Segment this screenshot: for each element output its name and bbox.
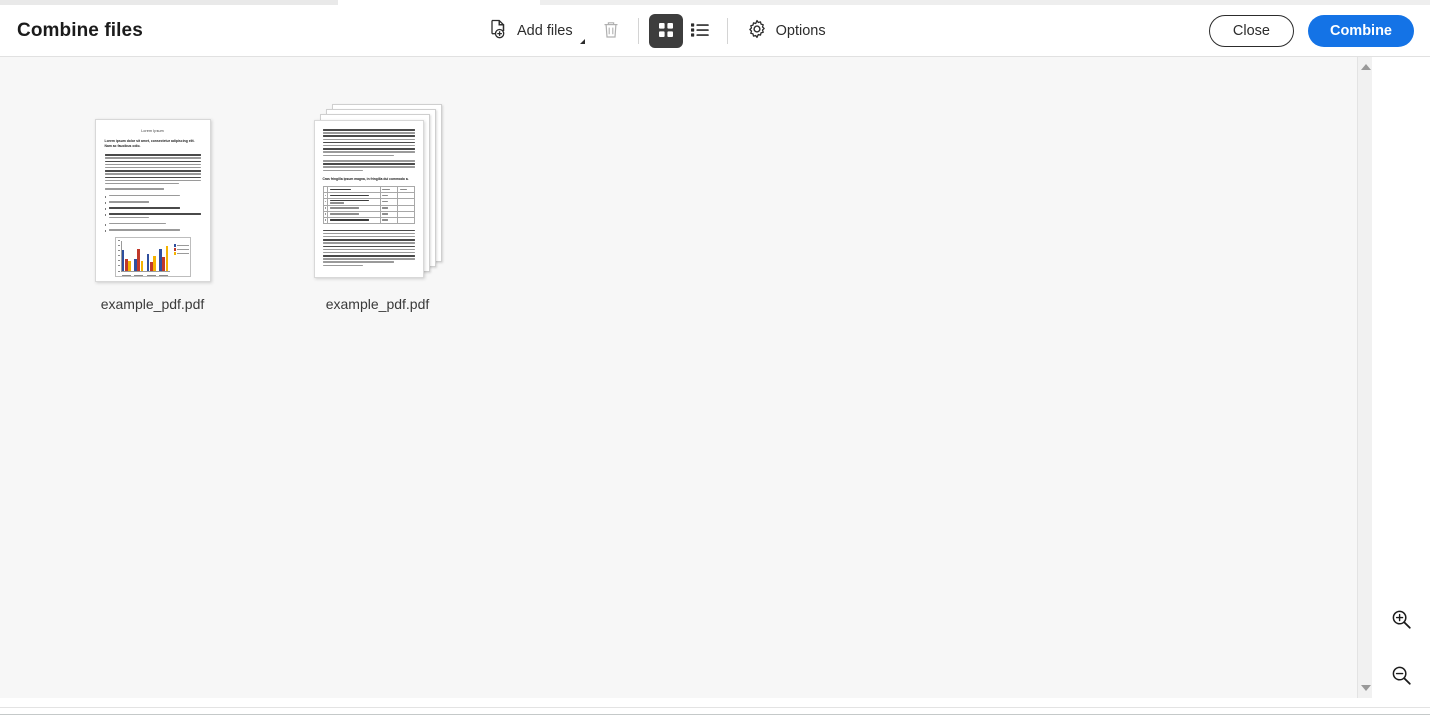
chart-plot-area	[116, 238, 173, 277]
trash-icon	[602, 20, 620, 43]
table-row	[322, 198, 415, 206]
list-item	[104, 229, 201, 232]
combine-files-window: Combine files Add files Options Close Co…	[0, 0, 1430, 715]
chart-x-axis	[120, 271, 170, 272]
chart-legend	[173, 238, 190, 276]
page-title: Combine files	[17, 20, 143, 41]
file-card[interactable]: Cras fringilla ipsum magna, in fringilla…	[265, 92, 490, 312]
dropdown-caret-icon[interactable]	[579, 39, 585, 44]
chart-group	[134, 241, 144, 272]
preview-table-heading: Cras fringilla ipsum magna, in fringilla…	[322, 177, 409, 182]
preview-paragraph	[322, 160, 415, 172]
right-rail	[1372, 57, 1430, 698]
toolbar: Combine files Add files Options Close Co…	[0, 5, 1430, 57]
page-preview: Cras fringilla ipsum magna, in fringilla…	[313, 120, 424, 278]
page-preview: Lorem Ipsum Lorem ipsum dolor sit amet, …	[94, 119, 211, 282]
file-name-label: example_pdf.pdf	[325, 296, 430, 312]
toolbar-center-group: Add files Options	[480, 5, 835, 57]
scroll-down-button[interactable]	[1358, 680, 1373, 696]
list-item	[104, 194, 201, 198]
list-item	[104, 222, 201, 226]
grid-view-icon	[657, 21, 675, 42]
file-name-label: example_pdf.pdf	[100, 296, 205, 312]
options-button[interactable]: Options	[738, 14, 835, 48]
bullet-dot-icon	[104, 230, 107, 232]
page-stack-preview: Cras fringilla ipsum magna, in fringilla…	[313, 104, 442, 282]
preview-bar-chart	[114, 237, 191, 278]
chart-group	[159, 241, 169, 272]
combine-button[interactable]: Combine	[1307, 15, 1414, 47]
options-label: Options	[775, 23, 826, 39]
chart-group	[121, 241, 131, 272]
add-files-label: Add files	[517, 23, 573, 39]
close-button[interactable]: Close	[1208, 15, 1294, 47]
table-row	[322, 216, 415, 224]
zoom-out-button[interactable]	[1388, 665, 1414, 691]
file-thumbnail[interactable]: Lorem Ipsum Lorem ipsum dolor sit amet, …	[63, 92, 243, 282]
bullet-dot-icon	[104, 195, 107, 198]
list-item	[104, 207, 201, 211]
toolbar-divider-2	[726, 18, 728, 44]
file-thumbnail[interactable]: Cras fringilla ipsum magna, in fringilla…	[288, 92, 468, 282]
list-view-icon	[690, 21, 710, 42]
vertical-scrollbar[interactable]	[1357, 57, 1372, 698]
preview-title: Lorem Ipsum	[141, 129, 164, 133]
chart-y-axis	[120, 241, 121, 272]
bullet-dot-icon	[104, 202, 107, 204]
files-grid: Lorem Ipsum Lorem ipsum dolor sit amet, …	[40, 92, 490, 312]
bullet-dot-icon	[104, 214, 107, 217]
scroll-up-button[interactable]	[1358, 59, 1373, 75]
zoom-out-icon	[1391, 665, 1412, 691]
page-add-icon	[489, 19, 508, 43]
preview-paragraph	[322, 229, 415, 267]
zoom-in-button[interactable]	[1388, 609, 1414, 635]
preview-bullets	[104, 194, 201, 232]
preview-paragraph	[104, 154, 201, 185]
list-item	[104, 213, 201, 219]
grid-view-button[interactable]	[648, 14, 683, 48]
gear-icon	[747, 19, 767, 43]
window-bottom-divider	[0, 707, 1430, 708]
scroll-up-arrow-icon	[1360, 64, 1371, 70]
chart-x-tick-labels	[121, 274, 170, 277]
preview-paragraph	[322, 129, 415, 156]
add-files-button[interactable]: Add files	[480, 14, 594, 48]
chart-group	[146, 241, 156, 272]
scroll-down-arrow-icon	[1360, 685, 1371, 691]
preview-heading: Lorem ipsum dolor sit amet, consectetur …	[104, 139, 195, 149]
toolbar-divider-1	[637, 18, 639, 44]
preview-table	[322, 186, 415, 224]
files-canvas: Lorem Ipsum Lorem ipsum dolor sit amet, …	[0, 57, 1372, 698]
toolbar-actions: Close Combine	[1208, 5, 1414, 57]
bullet-dot-icon	[104, 223, 107, 226]
delete-button[interactable]	[594, 14, 628, 48]
zoom-in-icon	[1391, 609, 1412, 635]
list-view-button[interactable]	[683, 14, 717, 48]
file-card[interactable]: Lorem Ipsum Lorem ipsum dolor sit amet, …	[40, 92, 265, 312]
list-item	[104, 201, 201, 204]
bullet-dot-icon	[104, 208, 107, 211]
